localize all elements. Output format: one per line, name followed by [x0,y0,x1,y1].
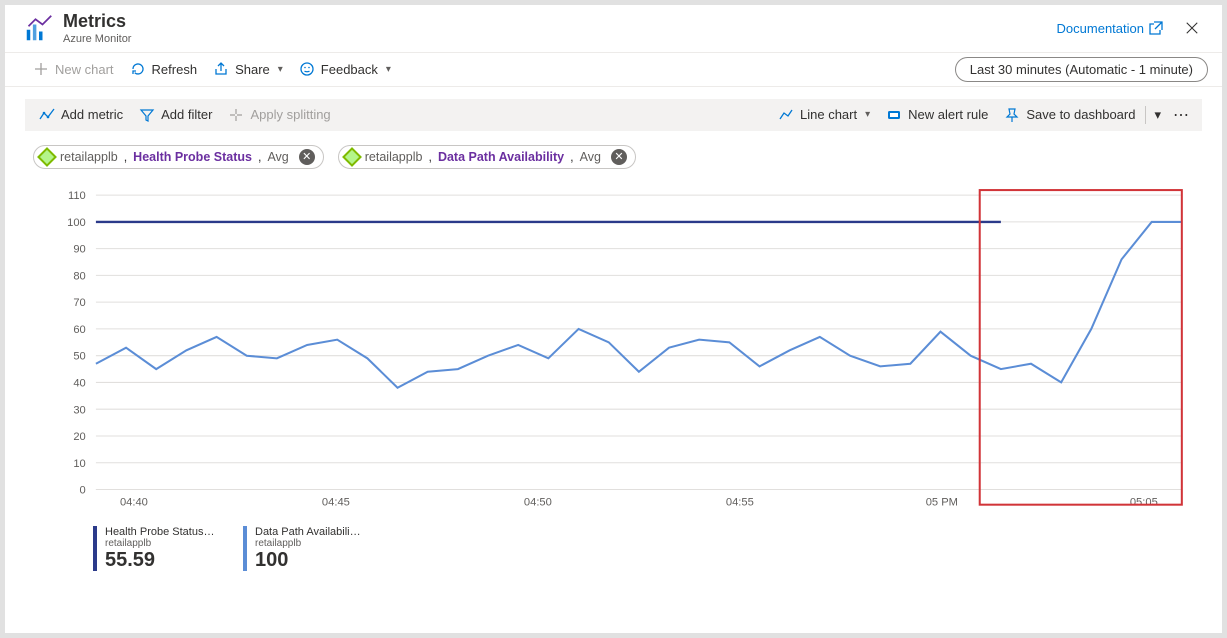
panel-header: Metrics Azure Monitor Documentation [5,5,1222,53]
svg-text:20: 20 [73,431,85,443]
svg-text:100: 100 [67,217,86,229]
svg-text:80: 80 [73,270,85,282]
chevron-down-icon: ▾ [865,109,870,120]
svg-text:05 PM: 05 PM [926,496,958,508]
feedback-button[interactable]: Feedback ▾ [291,57,399,81]
svg-text:05:05: 05:05 [1130,496,1158,508]
filter-icon [139,107,155,123]
chart-legend: Health Probe Status … retailapplb 55.59 … [35,520,1192,571]
pin-icon [1004,107,1020,123]
svg-text:04:45: 04:45 [322,496,350,508]
svg-text:40: 40 [73,377,85,389]
svg-text:10: 10 [73,458,85,470]
svg-text:04:40: 04:40 [120,496,148,508]
chevron-down-icon: ▾ [386,64,391,75]
chart-toolbar: Add metric Add filter Apply splitting Li… [25,99,1202,131]
svg-text:90: 90 [73,244,85,256]
external-link-icon [1148,20,1164,36]
metrics-logo-icon [25,14,53,42]
metric-pills: retailapplb, Health Probe Status, Avg ✕ … [25,131,1202,175]
add-filter-button[interactable]: Add filter [131,103,220,127]
legend-item[interactable]: Health Probe Status … retailapplb 55.59 [93,526,215,571]
page-title: Metrics [63,11,131,33]
legend-item[interactable]: Data Path Availabili… retailapplb 100 [243,526,361,571]
line-chart[interactable]: 0 10 20 30 40 50 60 70 80 90 100 110 04:40 04:45 04:50… [35,185,1192,520]
plus-icon [33,61,49,77]
separator [1145,106,1146,124]
time-range-picker[interactable]: Last 30 minutes (Automatic - 1 minute) [955,57,1208,82]
save-to-dashboard-button[interactable]: Save to dashboard [996,103,1143,127]
metrics-panel: Metrics Azure Monitor Documentation New … [0,0,1227,638]
svg-text:04:55: 04:55 [726,496,754,508]
resource-diamond-icon [342,147,362,167]
save-dropdown-chevron[interactable]: ▾ [1148,107,1167,123]
add-metric-icon [39,107,55,123]
svg-text:60: 60 [73,324,85,336]
alert-icon [886,107,902,123]
metric-pill[interactable]: retailapplb, Health Probe Status, Avg ✕ [33,145,324,169]
chart-card: Add metric Add filter Apply splitting Li… [5,87,1222,633]
svg-text:110: 110 [68,190,86,202]
new-chart-button[interactable]: New chart [25,57,122,81]
documentation-link[interactable]: Documentation [1057,20,1164,36]
apply-splitting-button[interactable]: Apply splitting [220,103,338,127]
svg-text:04:50: 04:50 [524,496,552,508]
metric-pill[interactable]: retailapplb, Data Path Availability, Avg… [338,145,636,169]
refresh-icon [130,61,146,77]
remove-pill-icon[interactable]: ✕ [611,149,627,165]
svg-text:30: 30 [73,404,85,416]
page-subtitle: Azure Monitor [63,33,131,46]
refresh-button[interactable]: Refresh [122,57,206,81]
share-icon [213,61,229,77]
share-button[interactable]: Share ▾ [205,57,291,81]
svg-text:0: 0 [80,484,86,496]
chart-area: 0 10 20 30 40 50 60 70 80 90 100 110 04:40 04:45 04:50… [25,175,1202,621]
chevron-down-icon: ▾ [278,64,283,75]
close-button[interactable] [1176,12,1208,44]
add-metric-button[interactable]: Add metric [31,103,131,127]
svg-text:50: 50 [73,351,85,363]
main-toolbar: New chart Refresh Share ▾ Feedback ▾ Las… [5,53,1222,87]
new-alert-rule-button[interactable]: New alert rule [878,103,996,127]
remove-pill-icon[interactable]: ✕ [299,149,315,165]
feedback-icon [299,61,315,77]
resource-diamond-icon [37,147,57,167]
more-options-button[interactable]: ⋯ [1167,105,1196,125]
split-icon [228,107,244,123]
chart-type-dropdown[interactable]: Line chart ▾ [770,103,878,127]
line-chart-icon [778,107,794,123]
svg-text:70: 70 [73,297,85,309]
